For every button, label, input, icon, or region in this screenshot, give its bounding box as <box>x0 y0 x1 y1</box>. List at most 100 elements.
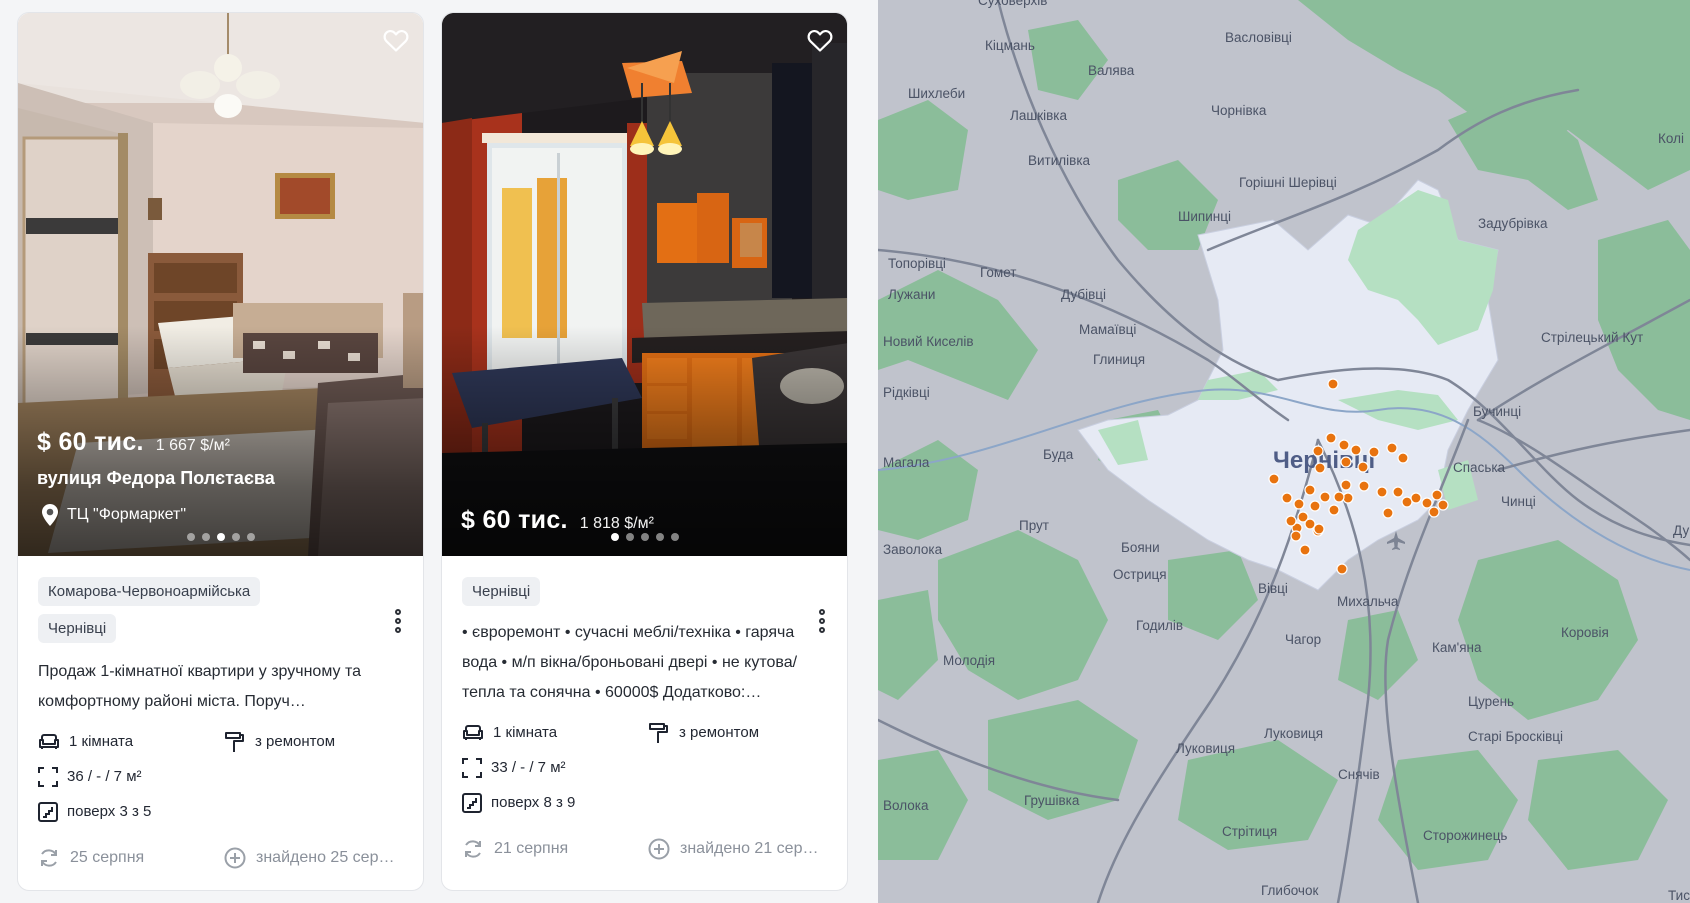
city-tag[interactable]: Чернівці <box>462 577 541 606</box>
area-frame-icon <box>38 766 58 787</box>
listing-marker[interactable] <box>1431 489 1443 501</box>
place-label: Старі Бросківці <box>1468 729 1563 744</box>
more-options-icon[interactable] <box>817 609 827 633</box>
area-frame-icon <box>462 757 482 778</box>
place-label: Стрілецький Кут <box>1541 330 1643 345</box>
map-canvas[interactable]: Суховерхів Кіцмань Валява Васловівці Шихлеби… <box>878 0 1690 903</box>
listing-photo[interactable]: $ 60 тис. 1 818 $/м² <box>442 13 847 556</box>
listing-marker[interactable] <box>1285 515 1297 527</box>
listing-marker[interactable] <box>1314 462 1326 474</box>
place-label: Луковиця <box>1264 726 1323 741</box>
listing-card[interactable]: $ 60 тис. 1 818 $/м² Чернівці • євроремо… <box>441 12 848 891</box>
photo-dot-active[interactable] <box>610 533 619 541</box>
found-info: знайдено 25 сер… <box>224 847 394 869</box>
photo-pagination[interactable] <box>18 533 423 541</box>
listing-marker[interactable] <box>1350 444 1362 456</box>
listing-marker[interactable] <box>1437 499 1449 511</box>
favorite-heart-icon[interactable] <box>383 29 409 53</box>
listing-marker[interactable] <box>1368 446 1380 458</box>
place-label: Витилівка <box>1028 153 1091 168</box>
place-label: Кіцмань <box>985 38 1035 53</box>
photo-dot[interactable] <box>246 533 255 541</box>
listing-marker[interactable] <box>1428 506 1440 518</box>
page: $ 60 тис. 1 667 $/м² вулиця Федора Полєт… <box>0 0 1690 903</box>
listing-marker[interactable] <box>1268 473 1280 485</box>
listing-details: Чернівці • євроремонт • сучасні меблі/те… <box>442 577 847 860</box>
listing-marker[interactable] <box>1410 492 1422 504</box>
listing-marker[interactable] <box>1340 479 1352 491</box>
photo-dot[interactable] <box>625 533 634 541</box>
found-date: знайдено 21 сер… <box>680 840 819 857</box>
rooms-feature: 1 кімната <box>38 730 224 753</box>
photo-pagination[interactable] <box>442 533 847 541</box>
place-label: Стрітиця <box>1222 824 1277 839</box>
listing-marker[interactable] <box>1304 518 1316 530</box>
listing-marker[interactable] <box>1386 442 1398 454</box>
place-label: Глиниця <box>1093 352 1145 367</box>
map-view[interactable]: Суховерхів Кіцмань Валява Васловівці Шихлеби… <box>878 0 1690 903</box>
city-tag[interactable]: Чернівці <box>38 614 117 643</box>
listing-marker[interactable] <box>1338 439 1350 451</box>
listing-marker[interactable] <box>1281 492 1293 504</box>
listing-marker[interactable] <box>1328 504 1340 516</box>
photo-dot[interactable] <box>670 533 679 541</box>
listing-footer: 25 серпня знайдено 25 сер… <box>38 847 403 869</box>
listing-marker[interactable] <box>1327 378 1339 390</box>
listing-marker[interactable] <box>1340 456 1352 468</box>
listing-description: • євроремонт • сучасні меблі/техніка • г… <box>462 624 798 701</box>
place-label: Заволока <box>883 542 943 557</box>
listing-marker[interactable] <box>1358 480 1370 492</box>
photo-dot[interactable] <box>640 533 649 541</box>
area-label: 36 / - / 7 м² <box>67 768 142 785</box>
floor-label: поверх 3 з 5 <box>67 803 152 820</box>
listing-marker[interactable] <box>1357 461 1369 473</box>
photo-dot[interactable] <box>186 533 195 541</box>
place-label: Волока <box>883 798 929 813</box>
listing-card[interactable]: $ 60 тис. 1 667 $/м² вулиця Федора Полєт… <box>17 12 424 891</box>
feature-list: 1 кімната з ремонтом 36 / - / 7 м² повер… <box>38 730 403 823</box>
updated-date: 25 серпня <box>70 849 145 866</box>
found-info: знайдено 21 сер… <box>648 838 818 860</box>
paint-roller-icon <box>649 722 668 743</box>
listing-marker[interactable] <box>1376 486 1388 498</box>
listing-marker[interactable] <box>1313 523 1325 535</box>
updated-info: 25 серпня <box>38 847 224 869</box>
listing-marker[interactable] <box>1333 491 1345 503</box>
listing-marker[interactable] <box>1309 500 1321 512</box>
listing-marker[interactable] <box>1299 544 1311 556</box>
listing-marker[interactable] <box>1421 497 1433 509</box>
listing-marker[interactable] <box>1304 484 1316 496</box>
updated-info: 21 серпня <box>462 838 648 860</box>
listing-results: $ 60 тис. 1 667 $/м² вулиця Федора Полєт… <box>0 0 878 903</box>
refresh-icon <box>41 849 57 867</box>
listing-photo[interactable]: $ 60 тис. 1 667 $/м² вулиця Федора Полєт… <box>18 13 423 556</box>
listing-marker[interactable] <box>1336 563 1348 575</box>
listing-marker[interactable] <box>1293 498 1305 510</box>
place-label: Луковиця <box>1176 741 1235 756</box>
location-pin-icon <box>42 504 58 526</box>
renovation-label: з ремонтом <box>679 724 760 741</box>
photo-dot[interactable] <box>655 533 664 541</box>
listing-marker[interactable] <box>1325 432 1337 444</box>
listing-marker[interactable] <box>1290 530 1302 542</box>
listing-marker[interactable] <box>1312 445 1324 457</box>
floor-label: поверх 8 з 9 <box>491 794 576 811</box>
more-options-icon[interactable] <box>393 609 403 633</box>
listing-marker[interactable] <box>1319 491 1331 503</box>
listing-marker[interactable] <box>1397 452 1409 464</box>
photo-dot-active[interactable] <box>216 533 225 541</box>
place-label: Бояни <box>1121 540 1160 555</box>
listing-marker[interactable] <box>1382 507 1394 519</box>
stairs-icon <box>38 801 58 822</box>
price-per-m2: 1 667 $/м² <box>155 437 230 454</box>
place-label: Валява <box>1088 63 1135 78</box>
district-tag[interactable]: Комарова-Червоноармійська <box>38 577 261 606</box>
area-feature: 33 / - / 7 м² <box>462 756 648 779</box>
listing-marker[interactable] <box>1392 486 1404 498</box>
place-label: Коровія <box>1561 625 1609 640</box>
photo-dot[interactable] <box>201 533 210 541</box>
renovation-feature: з ремонтом <box>224 730 404 753</box>
place-label: Гомет <box>980 265 1016 280</box>
favorite-heart-icon[interactable] <box>807 29 833 53</box>
photo-dot[interactable] <box>231 533 240 541</box>
